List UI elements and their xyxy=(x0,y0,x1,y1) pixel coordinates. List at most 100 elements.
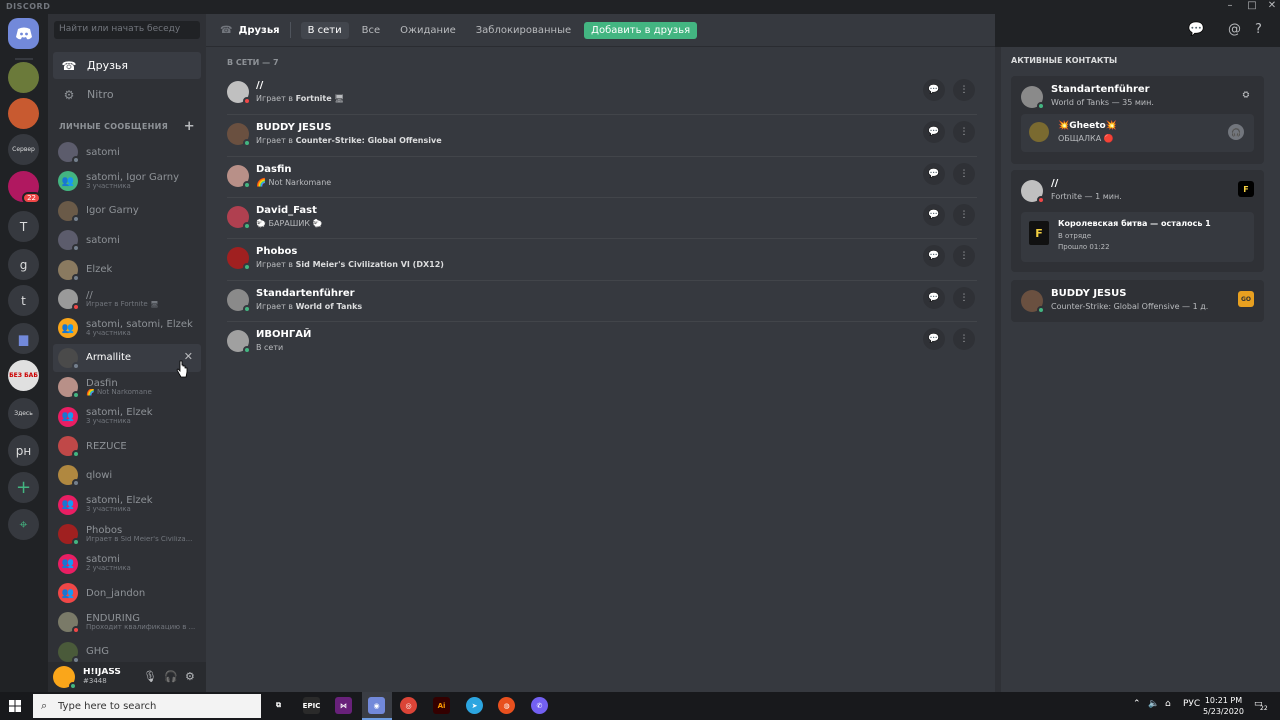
server-icon[interactable]: g xyxy=(8,249,39,280)
create-dm-button[interactable]: + xyxy=(184,119,195,134)
dm-item[interactable]: 👥 satomi, Elzek 3 участника xyxy=(53,403,201,431)
friend-row[interactable]: Dasfin 🌈 Not Narkomane 💬 ⋮ xyxy=(227,155,977,196)
server-icon[interactable]: ▆ xyxy=(8,323,39,354)
viber-icon[interactable]: ✆ xyxy=(531,697,548,714)
server-icon[interactable]: T xyxy=(8,211,39,242)
tray-network-icon[interactable]: ⌂ xyxy=(1165,699,1171,709)
add-friend-button[interactable]: Добавить в друзья xyxy=(584,21,698,39)
nav-nitro[interactable]: ⚙ Nitro xyxy=(53,81,201,108)
friend-row[interactable]: ИВОНГАЙ В сети 💬 ⋮ xyxy=(227,320,977,361)
dm-avatar xyxy=(58,465,80,488)
dm-item[interactable]: 👥 Don_jandon xyxy=(53,579,201,607)
dm-avatar xyxy=(58,524,80,547)
channel-avatar xyxy=(1029,122,1049,142)
friend-row[interactable]: Standartenführer Играет в World of Tanks 💬… xyxy=(227,279,977,320)
user-avatar[interactable] xyxy=(53,666,77,690)
dm-item[interactable]: //Играет в Fortnite 🖥 xyxy=(53,285,201,313)
dm-item[interactable]: Igor Garny xyxy=(53,197,201,225)
message-button[interactable]: 💬 xyxy=(923,327,945,350)
server-icon[interactable] xyxy=(8,62,39,93)
server-icon[interactable] xyxy=(8,98,39,129)
dm-item[interactable]: qlowi xyxy=(53,461,201,489)
message-button[interactable]: 💬 xyxy=(923,203,945,226)
taskbar-search-input[interactable]: ⌕ Type here to search xyxy=(33,694,261,718)
telegram-icon[interactable]: ➤ xyxy=(466,697,483,714)
more-options-button[interactable]: ⋮ xyxy=(953,203,975,226)
friend-row[interactable]: Phobos Играет в Sid Meier's Civilization … xyxy=(227,238,977,278)
dm-name: ENDURING xyxy=(86,613,140,625)
illustrator-icon[interactable]: Ai xyxy=(433,697,450,714)
tab-all[interactable]: Все xyxy=(355,22,388,39)
server-icon[interactable]: 22 xyxy=(8,171,41,204)
message-button[interactable]: 💬 xyxy=(923,245,945,268)
status-dot xyxy=(243,304,251,313)
windows-start-icon[interactable] xyxy=(9,700,21,712)
tab-online[interactable]: В сети xyxy=(300,21,349,39)
tray-chevron-icon[interactable]: ⌃ xyxy=(1133,699,1141,709)
settings-gear-icon[interactable]: ⚙ xyxy=(185,670,195,683)
nav-nitro-label: Nitro xyxy=(87,88,114,101)
headphones-icon[interactable]: 🎧 xyxy=(164,670,178,683)
dm-item[interactable]: 👥 satomi 2 участника xyxy=(53,550,201,578)
more-options-button[interactable]: ⋮ xyxy=(953,245,975,268)
tab-blocked[interactable]: Заблокированные xyxy=(469,22,578,39)
more-options-button[interactable]: ⋮ xyxy=(953,79,975,101)
voice-channel-card[interactable]: 💥Gheeto💥 ОБЩАЛКА 🔴 🎧 xyxy=(1021,114,1254,152)
dm-item[interactable]: Phobos Играет в Sid Meier's Civiliza... xyxy=(53,520,201,548)
active-card-buddy-jesus[interactable]: BUDDY JESUS Counter-Strike: Global Offen… xyxy=(1011,280,1264,322)
dm-item[interactable]: Elzek xyxy=(53,256,201,284)
active-card-slashes[interactable]: // Fortnite — 1 мин. F F Королевская бит… xyxy=(1011,170,1264,272)
status-dot xyxy=(72,391,80,400)
message-button[interactable]: 💬 xyxy=(923,79,945,101)
microphone-icon[interactable]: 🎙 xyxy=(143,670,157,683)
tray-language[interactable]: РУС xyxy=(1183,699,1200,709)
dm-search-input[interactable]: Найти или начать беседу xyxy=(54,21,200,39)
more-options-button[interactable]: ⋮ xyxy=(953,327,975,350)
task-view-icon[interactable]: ⧉ xyxy=(270,697,287,714)
message-button[interactable]: 💬 xyxy=(923,162,945,185)
home-button[interactable] xyxy=(8,18,39,49)
dm-item[interactable]: 👥 satomi, Elzek 3 участника xyxy=(53,491,201,519)
status-dot xyxy=(243,263,251,272)
minimize-button[interactable]: – xyxy=(1220,0,1240,14)
message-button[interactable]: 💬 xyxy=(923,121,945,144)
dm-item[interactable]: satomi xyxy=(53,138,201,166)
server-icon[interactable]: БЕЗ БАБ xyxy=(8,360,39,391)
mentions-icon[interactable]: @ xyxy=(1228,22,1241,37)
server-icon[interactable]: t xyxy=(8,285,39,316)
chrome-icon[interactable]: ◎ xyxy=(400,697,417,714)
new-group-dm-icon[interactable]: 💬 xyxy=(1188,22,1204,37)
tray-volume-icon[interactable]: 🔈 xyxy=(1148,699,1159,709)
friend-row[interactable]: // Играет в Fortnite 🖥 💬 ⋮ xyxy=(227,73,977,113)
add-server-button[interactable]: + xyxy=(8,472,39,503)
more-options-button[interactable]: ⋮ xyxy=(953,286,975,309)
epic-games-icon[interactable]: EPIC xyxy=(303,697,320,714)
explore-servers-button[interactable]: ⌖ xyxy=(8,509,39,540)
more-options-button[interactable]: ⋮ xyxy=(953,121,975,144)
message-button[interactable]: 💬 xyxy=(923,286,945,309)
maximize-button[interactable]: □ xyxy=(1242,0,1262,14)
dm-item[interactable]: satomi xyxy=(53,226,201,254)
taskbar-clock[interactable]: 10:21 PM 5/23/2020 xyxy=(1203,695,1244,717)
server-icon[interactable]: Сервер xyxy=(8,134,39,165)
friend-row[interactable]: David_Fast 🐑 БАРАШИК 🐑 💬 ⋮ xyxy=(227,196,977,237)
origin-icon[interactable]: ◍ xyxy=(498,697,515,714)
help-icon[interactable]: ? xyxy=(1255,22,1262,37)
discord-taskbar-icon[interactable]: ◉ xyxy=(368,697,385,714)
dm-item[interactable]: REZUCE xyxy=(53,432,201,460)
more-options-button[interactable]: ⋮ xyxy=(953,162,975,185)
active-card-standartenfuhrer[interactable]: Standartenführer World of Tanks — 35 мин… xyxy=(1011,76,1264,164)
dm-item[interactable]: 👥 satomi, Igor Garny 3 участника xyxy=(53,167,201,195)
close-window-button[interactable]: ✕ xyxy=(1262,0,1280,14)
dm-item[interactable]: 👥 satomi, satomi, Elzek 4 участника xyxy=(53,314,201,342)
server-label: Сервер xyxy=(12,146,35,153)
nav-friends[interactable]: ☎ Друзья xyxy=(53,52,201,79)
dm-item[interactable]: ENDURING Проходит квалификацию в ... xyxy=(53,608,201,636)
join-voice-icon[interactable]: 🎧 xyxy=(1228,124,1244,140)
server-icon[interactable]: рн xyxy=(8,435,39,466)
server-icon[interactable]: Здесь xyxy=(8,398,39,429)
friend-row[interactable]: BUDDY JESUS Играет в Counter-Strike: Glob… xyxy=(227,114,977,154)
visual-studio-icon[interactable]: ⋈ xyxy=(335,697,352,714)
active-avatar xyxy=(1021,290,1045,314)
tab-pending[interactable]: Ожидание xyxy=(393,22,463,39)
